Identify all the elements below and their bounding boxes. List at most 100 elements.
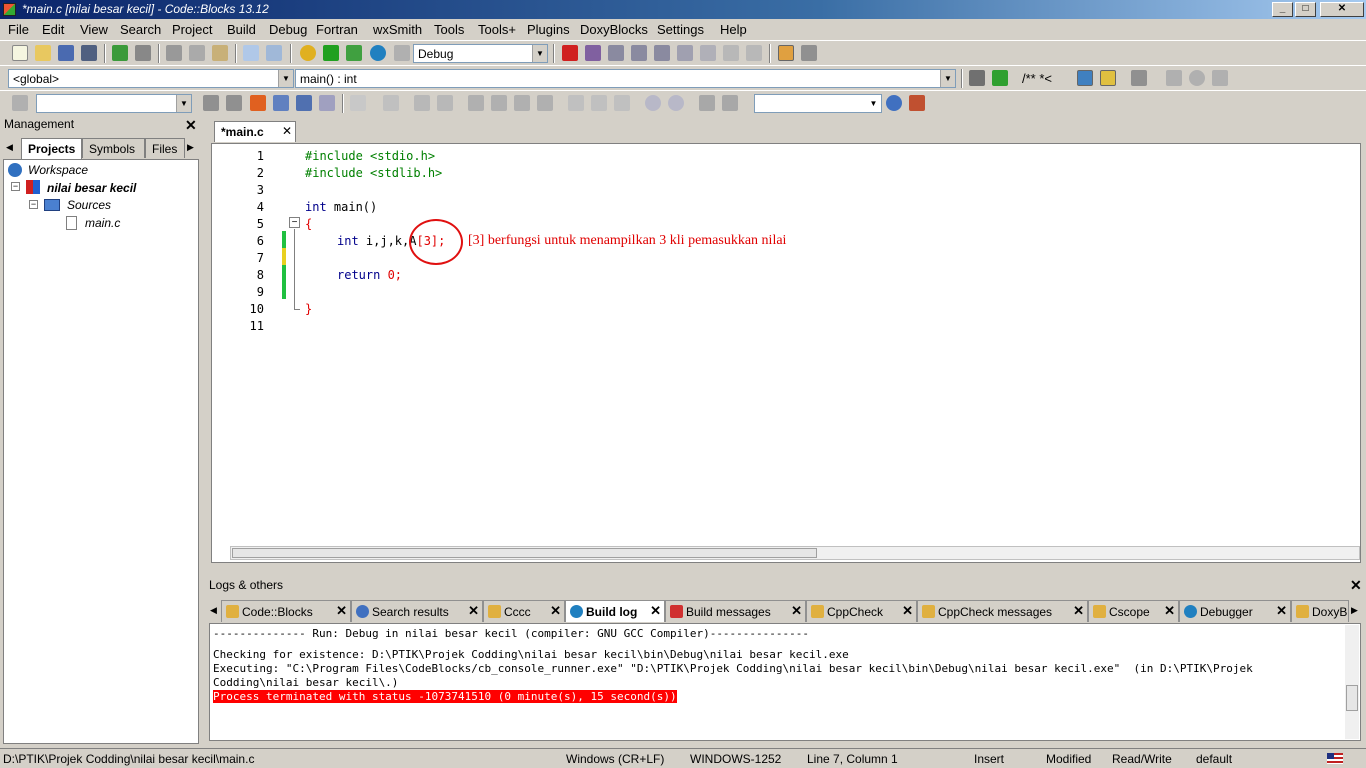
menu-fortran[interactable]: Fortran	[316, 22, 358, 37]
menu-edit[interactable]: Edit	[42, 22, 64, 37]
menu-search[interactable]: Search	[120, 22, 161, 37]
new-file-icon[interactable]	[12, 45, 28, 61]
wx-align-right-icon[interactable]	[514, 95, 530, 111]
copy-icon[interactable]	[189, 45, 205, 61]
collapse-icon[interactable]: −	[11, 182, 20, 191]
rebuild-icon[interactable]	[370, 45, 386, 61]
code-editor[interactable]: 1 2 3 4 5 6 7 8 9 10 11 − #include <stdi…	[211, 143, 1361, 563]
find-icon[interactable]	[243, 45, 259, 61]
replace-icon[interactable]	[266, 45, 282, 61]
doxy-extract-icon[interactable]	[992, 70, 1008, 86]
search-prev-icon[interactable]	[203, 95, 219, 111]
debug-windows-icon[interactable]	[778, 45, 794, 61]
doxy-config-icon[interactable]	[1131, 70, 1147, 86]
open-file-icon[interactable]	[35, 45, 51, 61]
minimize-button[interactable]: _	[1272, 2, 1293, 17]
close-icon[interactable]: ✕	[336, 603, 347, 619]
tab-debugger[interactable]: Debugger ✕	[1179, 600, 1291, 622]
search-icon[interactable]	[886, 95, 902, 111]
tab-cscope[interactable]: Cscope ✕	[1088, 600, 1179, 622]
menu-tools[interactable]: Tools	[434, 22, 464, 37]
symbol-search-input[interactable]: ▼	[754, 94, 882, 113]
scrollbar-thumb[interactable]	[1346, 685, 1358, 711]
scrollbar-thumb[interactable]	[232, 548, 817, 558]
close-icon[interactable]: ✕	[650, 603, 661, 619]
doxy-html-icon[interactable]	[1077, 70, 1093, 86]
close-icon[interactable]: ✕	[282, 124, 292, 138]
bookmark-next-icon[interactable]	[1212, 70, 1228, 86]
bookmark-prev-icon[interactable]	[1166, 70, 1182, 86]
tab-build-log[interactable]: Build log ✕	[565, 600, 665, 622]
paste-icon[interactable]	[212, 45, 228, 61]
close-icon[interactable]: ✕	[1276, 603, 1287, 619]
menu-doxyblocks[interactable]: DoxyBlocks	[580, 22, 648, 37]
menu-debug[interactable]: Debug	[269, 22, 307, 37]
wx-align-center-icon[interactable]	[491, 95, 507, 111]
wx-dialog-icon[interactable]	[437, 95, 453, 111]
tab-symbols[interactable]: Symbols	[82, 138, 145, 158]
tab-projects[interactable]: Projects	[21, 138, 82, 159]
symbol-c-icon[interactable]	[722, 95, 738, 111]
collapse-icon[interactable]: −	[29, 200, 38, 209]
next-line-icon[interactable]	[608, 45, 624, 61]
step-into-icon[interactable]	[631, 45, 647, 61]
tab-scroll-right-icon[interactable]: ▶	[187, 142, 194, 153]
menu-view[interactable]: View	[80, 22, 108, 37]
settings-tools-icon[interactable]	[909, 95, 925, 111]
wx-panel-icon[interactable]	[414, 95, 430, 111]
tab-codeblocks-log[interactable]: Code::Blocks ✕	[221, 600, 351, 622]
search-next-icon[interactable]	[226, 95, 242, 111]
menu-tools-plus[interactable]: Tools+	[478, 22, 516, 37]
incremental-search-input[interactable]: ▼	[36, 94, 192, 113]
menu-help[interactable]: Help	[720, 22, 747, 37]
editor-tab-main[interactable]: *main.c ✕	[214, 121, 296, 142]
close-icon[interactable]: ✕	[902, 603, 913, 619]
step-out-icon[interactable]	[654, 45, 670, 61]
doxy-comment-button[interactable]: /** *<	[1022, 71, 1052, 86]
zoom-out-icon[interactable]	[668, 95, 684, 111]
next-instruction-icon[interactable]	[677, 45, 693, 61]
tree-workspace[interactable]: Workspace	[28, 163, 88, 177]
abort-icon[interactable]	[394, 45, 410, 61]
horizontal-scrollbar[interactable]	[230, 546, 1360, 560]
tree-file-main[interactable]: main.c	[85, 216, 120, 230]
wx-expand-icon[interactable]	[537, 95, 553, 111]
scope-select[interactable]: <global> ▼	[8, 69, 294, 88]
wx-frame-icon[interactable]	[383, 95, 399, 111]
tab-cppcheck[interactable]: CppCheck ✕	[806, 600, 917, 622]
close-icon[interactable]: ✕	[791, 603, 802, 619]
build-log-output[interactable]: -------------- Run: Debug in nilai besar…	[209, 623, 1361, 741]
bookmark-toggle-icon[interactable]	[1189, 70, 1205, 86]
tree-project[interactable]: nilai besar kecil	[47, 181, 136, 195]
clear-search-icon[interactable]	[12, 95, 28, 111]
wx-border-3-icon[interactable]	[614, 95, 630, 111]
menu-project[interactable]: Project	[172, 22, 212, 37]
symbol-s-icon[interactable]	[699, 95, 715, 111]
run-to-cursor-icon[interactable]	[585, 45, 601, 61]
doxy-wizard-icon[interactable]	[969, 70, 985, 86]
menu-plugins[interactable]: Plugins	[527, 22, 570, 37]
tab-scroll-right-icon[interactable]: ▶	[1351, 605, 1358, 616]
build-gear-icon[interactable]	[300, 45, 316, 61]
wx-border-icon[interactable]	[568, 95, 584, 111]
close-icon[interactable]: ✕	[1164, 603, 1175, 619]
zoom-in-icon[interactable]	[645, 95, 661, 111]
save-icon[interactable]	[58, 45, 74, 61]
wx-border-2-icon[interactable]	[591, 95, 607, 111]
maximize-button[interactable]: □	[1295, 2, 1316, 17]
tab-search-results[interactable]: Search results ✕	[351, 600, 483, 622]
build-target-select[interactable]: Debug ▼	[413, 44, 548, 63]
tab-cccc[interactable]: Cccc ✕	[483, 600, 565, 622]
debug-info-icon[interactable]	[801, 45, 817, 61]
fold-toggle-icon[interactable]: −	[289, 217, 300, 228]
close-icon[interactable]: ✕	[185, 118, 197, 132]
tree-folder-sources[interactable]: Sources	[67, 198, 111, 212]
wx-align-left-icon[interactable]	[468, 95, 484, 111]
match-case-icon[interactable]	[296, 95, 312, 111]
cut-icon[interactable]	[166, 45, 182, 61]
vertical-scrollbar[interactable]	[1345, 625, 1359, 739]
selected-text-icon[interactable]	[273, 95, 289, 111]
tab-doxyblocks[interactable]: DoxyB	[1291, 600, 1349, 622]
doxy-help-icon[interactable]	[1100, 70, 1116, 86]
step-instruction-icon[interactable]	[700, 45, 716, 61]
